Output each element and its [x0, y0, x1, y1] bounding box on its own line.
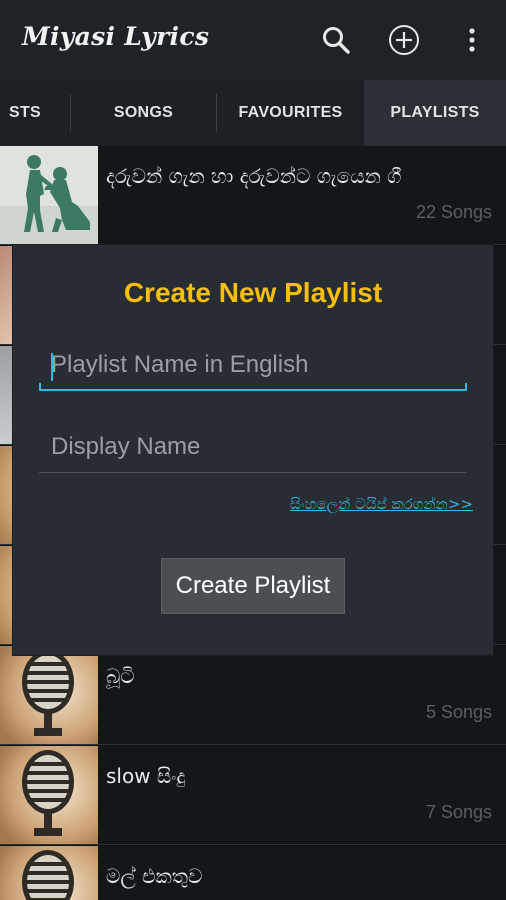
- tab-favourites[interactable]: FAVOURITES: [217, 80, 364, 146]
- tab-artists[interactable]: STS: [0, 80, 70, 146]
- tab-bar: STS SONGS FAVOURITES PLAYLISTS: [0, 80, 506, 146]
- text-cursor: [51, 353, 53, 381]
- input-underline: [39, 472, 467, 473]
- display-name-input[interactable]: Display Name: [39, 425, 467, 473]
- overflow-menu-icon[interactable]: [456, 24, 488, 56]
- playlist-thumbnail: [0, 646, 98, 744]
- playlist-title: slow සිංදු: [106, 764, 186, 788]
- display-name-placeholder: Display Name: [51, 433, 201, 460]
- playlist-thumbnail: [0, 146, 98, 244]
- sinhala-typing-link[interactable]: සිංහලෙන් ටයිප් කරගන්න>>: [290, 495, 473, 513]
- playlist-title: මල් එකතුව: [106, 864, 203, 888]
- add-circle-icon[interactable]: [388, 24, 420, 56]
- action-bar: Miyasi Lyrics: [0, 0, 506, 80]
- playlist-name-english-input[interactable]: Playlist Name in English: [39, 343, 467, 391]
- tab-playlists[interactable]: PLAYLISTS: [364, 80, 506, 146]
- microphone-icon: [0, 746, 98, 844]
- playlist-row[interactable]: බූටි 5 Songs: [0, 646, 506, 745]
- input-underline-tick: [39, 383, 41, 391]
- playlist-song-count: 5 Songs: [425, 702, 492, 722]
- playlist-name-placeholder: Playlist Name in English: [51, 351, 309, 378]
- search-icon[interactable]: [320, 24, 352, 56]
- microphone-icon: [0, 846, 98, 900]
- playlist-song-count: 22 Songs: [415, 202, 492, 222]
- input-underline: [39, 389, 467, 391]
- tab-songs[interactable]: SONGS: [71, 80, 216, 146]
- playlist-row[interactable]: මල් එකතුව: [0, 846, 506, 900]
- app-screen: Miyasi Lyrics STS SONGS FAVOURITES PLAYL…: [0, 0, 506, 900]
- playlist-thumbnail: [0, 746, 98, 844]
- playlist-thumbnail: [0, 846, 98, 900]
- playlist-title: දරුවන් ගැන හා දරුවන්ට ගැයෙන ගී: [106, 164, 402, 188]
- create-playlist-button[interactable]: Create Playlist: [161, 558, 345, 614]
- create-playlist-dialog: Create New Playlist Playlist Name in Eng…: [13, 245, 493, 655]
- input-underline-tick: [465, 383, 467, 391]
- playlist-song-count: 7 Songs: [425, 802, 492, 822]
- playlist-row[interactable]: slow සිංදු 7 Songs: [0, 746, 506, 845]
- playlist-title: බූටි: [106, 664, 135, 688]
- playlist-row[interactable]: දරුවන් ගැන හා දරුවන්ට ගැයෙන ගී 22 Songs: [0, 146, 506, 245]
- microphone-icon: [0, 646, 98, 744]
- app-title: Miyasi Lyrics: [22, 22, 210, 51]
- mother-child-icon: [0, 146, 98, 244]
- dialog-title: Create New Playlist: [123, 277, 383, 308]
